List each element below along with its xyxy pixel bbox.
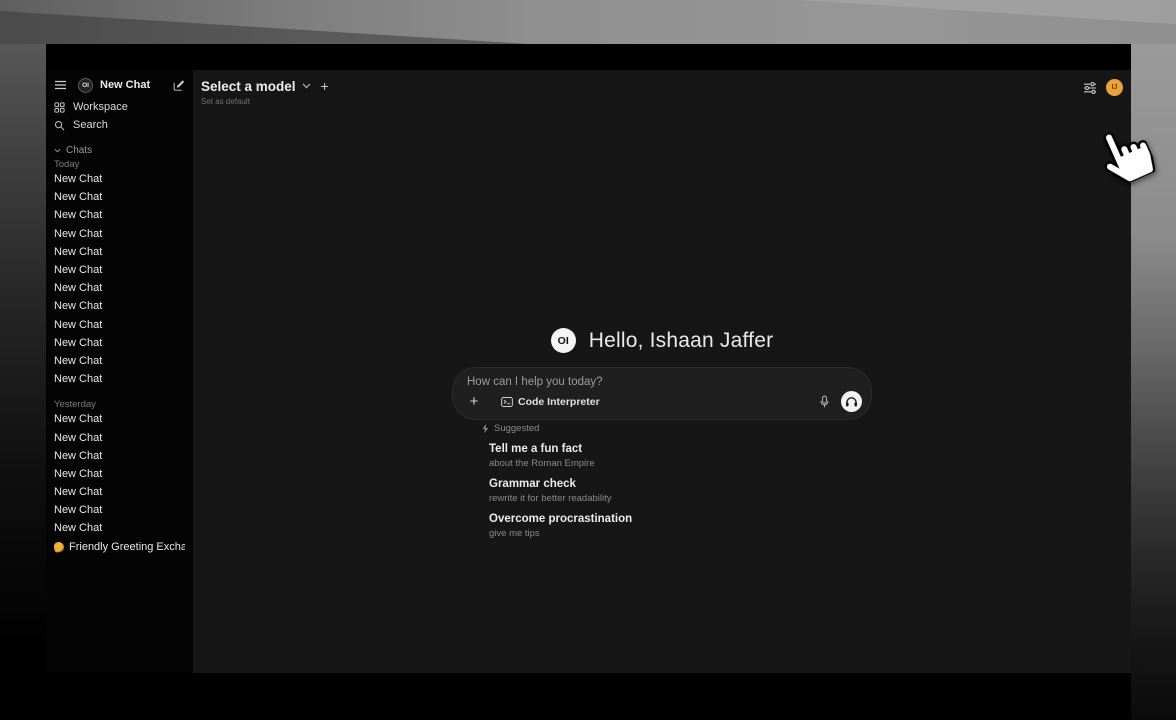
window-top-bar	[46, 44, 1131, 70]
wave-emoji	[54, 541, 65, 553]
suggested-prompt[interactable]: Tell me a fun fact about the Roman Empir…	[482, 443, 872, 469]
code-interpreter-icon	[501, 397, 513, 407]
workspace-grid-icon	[54, 102, 65, 113]
chat-group-label-yesterday: Yesterday	[54, 398, 185, 410]
message-composer[interactable]: + Code Interpreter	[452, 367, 872, 420]
chat-item[interactable]: New Chat	[54, 316, 185, 334]
model-bar: Select a model + Set as default	[201, 78, 329, 106]
suggested-prompt-title: Overcome procrastination	[489, 513, 872, 526]
chat-item[interactable]: New Chat	[54, 188, 185, 206]
chat-item[interactable]: New Chat	[54, 483, 185, 501]
desktop-background-left	[0, 44, 46, 720]
chat-item[interactable]: New Chat	[54, 447, 185, 465]
sidebar-nav: Workspace Search	[54, 98, 185, 134]
chats-section-label: Chats	[66, 145, 92, 156]
code-interpreter-label: Code Interpreter	[518, 396, 600, 408]
set-as-default-link[interactable]: Set as default	[201, 97, 329, 106]
chat-item[interactable]: New Chat	[54, 370, 185, 388]
top-right-controls: IJ	[1083, 79, 1123, 96]
suggested-prompt-title: Tell me a fun fact	[489, 443, 872, 456]
controls-sliders-icon[interactable]	[1083, 82, 1097, 94]
suggested-prompt[interactable]: Grammar check rewrite it for better read…	[482, 478, 872, 504]
microphone-icon[interactable]	[819, 395, 830, 408]
sidebar-item-workspace[interactable]: Workspace	[54, 98, 185, 116]
suggested-list: Tell me a fun fact about the Roman Empir…	[482, 443, 872, 539]
user-avatar[interactable]: IJ	[1106, 79, 1123, 96]
chat-item-label: Friendly Greeting Exchange	[69, 541, 185, 553]
desktop-background-right	[1131, 44, 1176, 720]
model-selector-label: Select a model	[201, 79, 296, 94]
chat-item[interactable]: New Chat	[54, 297, 185, 315]
suggested-header: Suggested	[482, 423, 872, 434]
chat-item[interactable]: New Chat	[54, 279, 185, 297]
sidebar-header: OI New Chat	[54, 76, 185, 94]
code-interpreter-toggle[interactable]: Code Interpreter	[501, 396, 600, 408]
window-body: OI New Chat Workspace	[46, 70, 1131, 673]
chat-item[interactable]: New Chat	[54, 465, 185, 483]
screen: OI New Chat Workspace	[0, 0, 1176, 720]
chat-item[interactable]: New Chat	[54, 206, 185, 224]
chevron-down-icon	[302, 83, 311, 89]
model-selector[interactable]: Select a model +	[201, 78, 329, 94]
new-chat-icon[interactable]	[172, 79, 185, 92]
composer-toolbar: + Code Interpreter	[465, 391, 862, 412]
sidebar-toggle-icon[interactable]	[54, 80, 67, 90]
main-content: Select a model + Set as default IJ	[193, 70, 1131, 673]
chat-item[interactable]: New Chat	[54, 225, 185, 243]
desktop-background-top	[0, 0, 1176, 44]
sidebar-item-search[interactable]: Search	[54, 116, 185, 134]
chat-item[interactable]: New Chat	[54, 243, 185, 261]
nav-label: Search	[73, 119, 108, 131]
chat-item[interactable]: New Chat	[54, 170, 185, 188]
app-logo: OI	[78, 78, 93, 93]
chat-item[interactable]: New Chat	[54, 261, 185, 279]
chat-list-yesterday: New ChatNew ChatNew ChatNew ChatNew Chat…	[54, 410, 185, 537]
chat-list-today: New ChatNew ChatNew ChatNew ChatNew Chat…	[54, 170, 185, 388]
chevron-down-icon	[54, 148, 61, 153]
suggested-prompt-subtitle: rewrite it for better readability	[489, 493, 872, 504]
sidebar: OI New Chat Workspace	[46, 70, 193, 673]
suggested-label: Suggested	[494, 423, 539, 434]
attach-plus-button[interactable]: +	[465, 393, 483, 410]
message-input[interactable]	[467, 376, 857, 388]
suggested-prompt[interactable]: Overcome procrastination give me tips	[482, 513, 872, 539]
headphones-icon	[845, 396, 858, 407]
greeting: OI Hello, Ishaan Jaffer	[193, 328, 1131, 353]
chat-item[interactable]: New Chat	[54, 410, 185, 428]
chat-item-friendly-greeting[interactable]: Friendly Greeting Exchange	[54, 538, 185, 556]
app-logo-large: OI	[551, 328, 576, 353]
chat-item[interactable]: New Chat	[54, 501, 185, 519]
add-model-button[interactable]: +	[321, 78, 329, 94]
suggested-prompt-title: Grammar check	[489, 478, 872, 491]
voice-call-button[interactable]	[841, 391, 862, 412]
chat-item[interactable]: New Chat	[54, 334, 185, 352]
app-window: OI New Chat Workspace	[46, 44, 1131, 673]
search-icon	[54, 120, 65, 131]
greeting-text: Hello, Ishaan Jaffer	[589, 329, 774, 353]
chat-item[interactable]: New Chat	[54, 428, 185, 446]
suggested-prompts: Suggested Tell me a fun fact about the R…	[482, 423, 872, 539]
sidebar-title: New Chat	[100, 79, 172, 91]
chats-section-toggle[interactable]: Chats	[54, 144, 185, 156]
suggested-prompt-subtitle: give me tips	[489, 528, 872, 539]
chat-item[interactable]: New Chat	[54, 519, 185, 537]
suggested-prompt-subtitle: about the Roman Empire	[489, 458, 872, 469]
chat-group-label-today: Today	[54, 158, 185, 170]
nav-label: Workspace	[73, 101, 128, 113]
chat-item[interactable]: New Chat	[54, 352, 185, 370]
bolt-icon	[482, 424, 489, 433]
